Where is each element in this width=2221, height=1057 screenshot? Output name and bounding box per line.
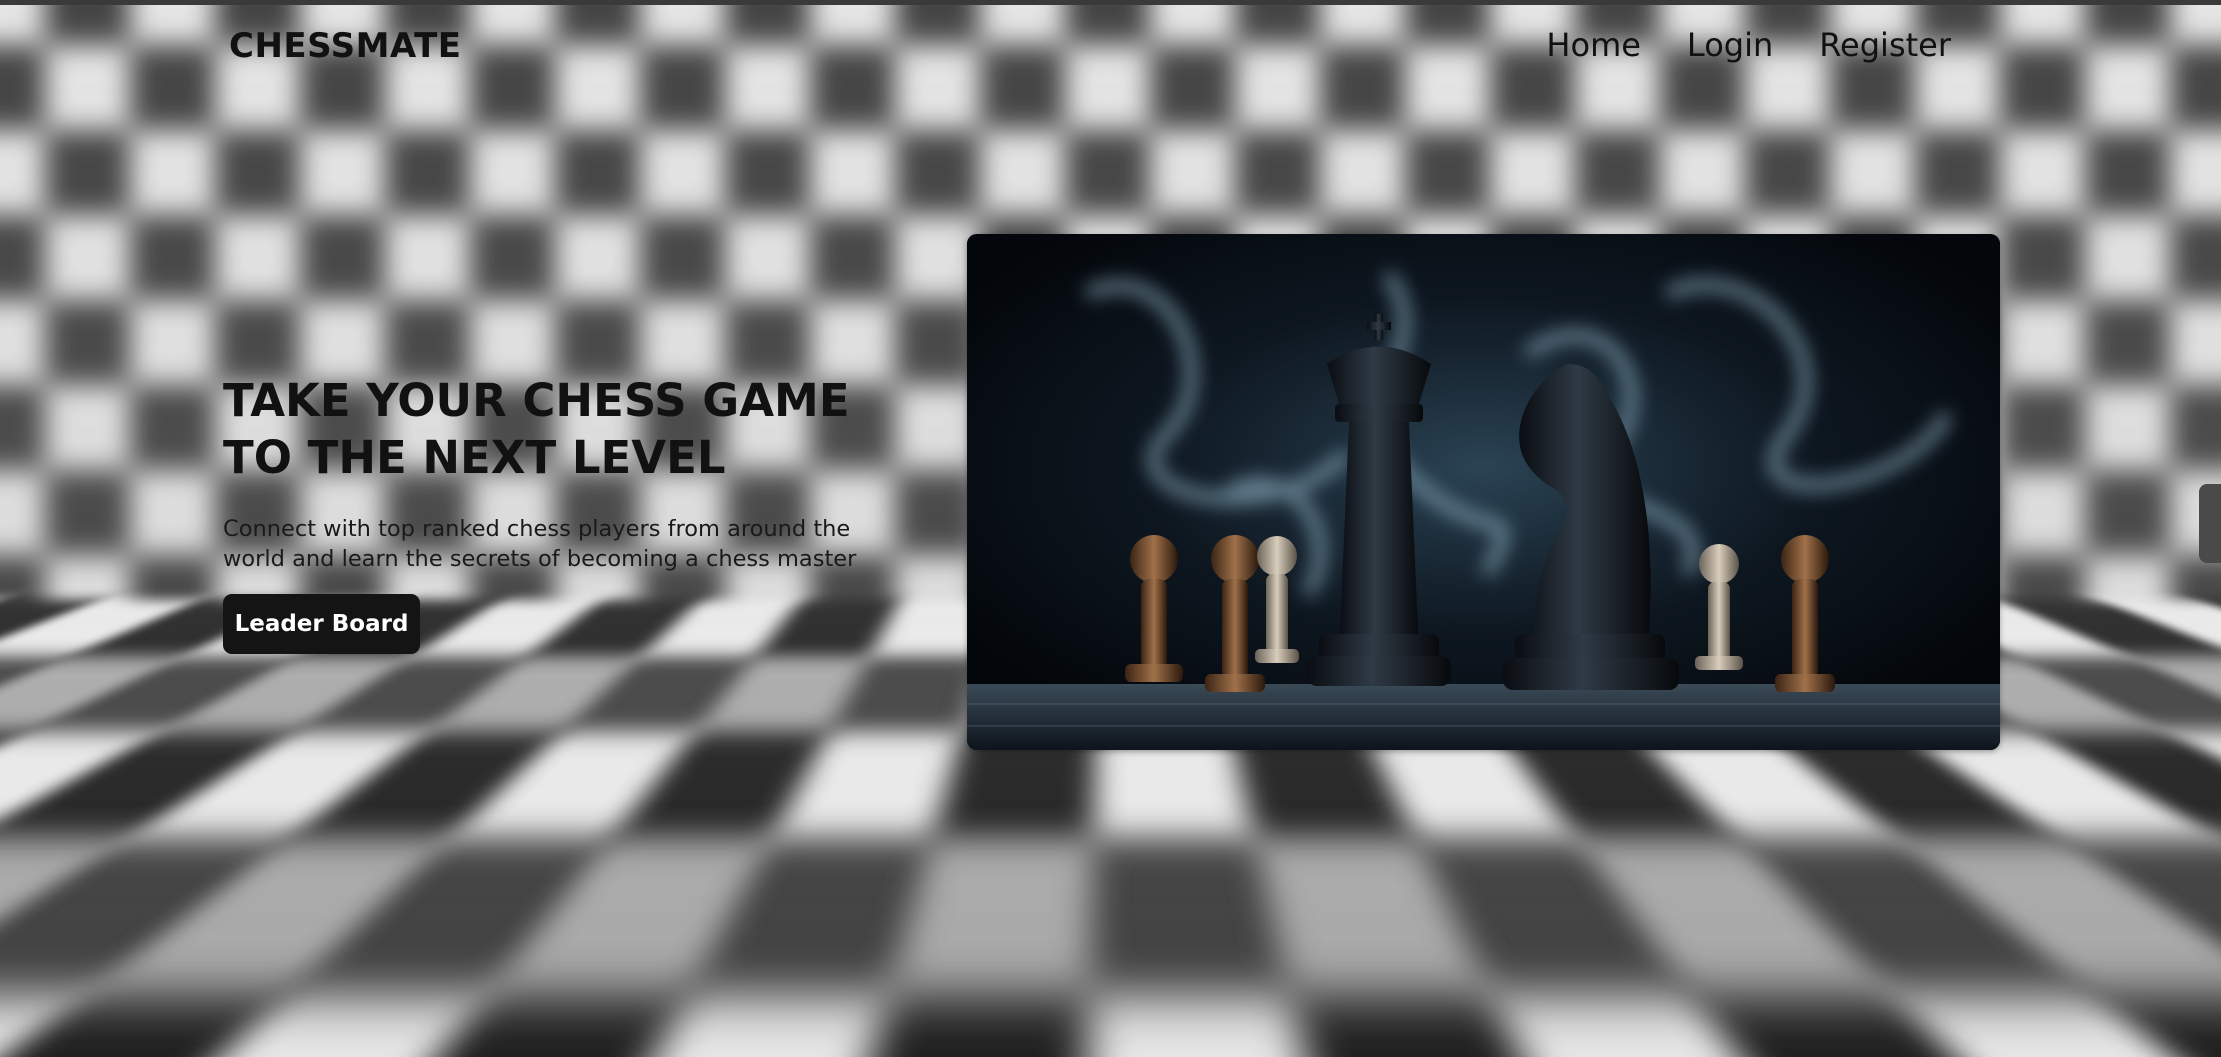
- hero-subtitle: Connect with top ranked chess players fr…: [223, 516, 857, 572]
- nav-links: Home Login Register: [1546, 26, 1951, 64]
- navbar: CHESSMATE Home Login Register: [0, 0, 2221, 96]
- nav-link-login[interactable]: Login: [1687, 26, 1773, 64]
- nav-link-home[interactable]: Home: [1546, 26, 1641, 64]
- brand-logo[interactable]: CHESSMATE: [229, 26, 462, 66]
- side-scroll-tab[interactable]: [2199, 484, 2221, 563]
- leader-board-button[interactable]: Leader Board: [223, 594, 420, 654]
- hero-title: TAKE YOUR CHESS GAME TO THE NEXT LEVEL: [223, 374, 850, 484]
- page-root: CHESSMATE Home Login Register TAKE YOUR …: [0, 0, 2221, 1057]
- nav-link-register[interactable]: Register: [1819, 26, 1951, 64]
- hero-chess-image: [967, 234, 2000, 750]
